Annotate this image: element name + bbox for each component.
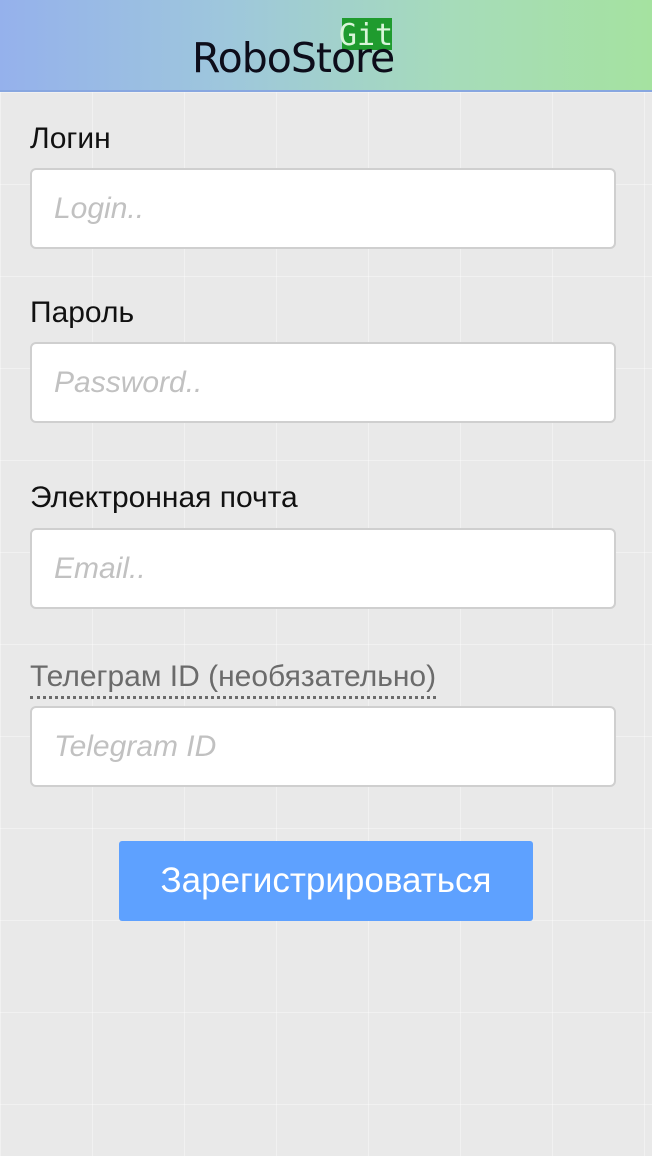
telegram-id-input[interactable] bbox=[30, 706, 616, 787]
password-label: Пароль bbox=[30, 296, 135, 329]
telegram-id-label: Телеграм ID (необязательно) bbox=[30, 662, 437, 699]
email-input[interactable] bbox=[30, 528, 616, 609]
register-button[interactable]: Зарегистрироваться bbox=[119, 841, 533, 921]
password-input[interactable] bbox=[30, 342, 616, 423]
login-label: Логин bbox=[30, 122, 111, 155]
app-header: Git RoboStore bbox=[0, 0, 652, 92]
robostore-logo[interactable]: Git RoboStore bbox=[192, 18, 424, 82]
logo-text: RoboStore bbox=[192, 34, 395, 82]
login-input[interactable] bbox=[30, 168, 616, 249]
email-label: Электронная почта bbox=[30, 481, 298, 514]
